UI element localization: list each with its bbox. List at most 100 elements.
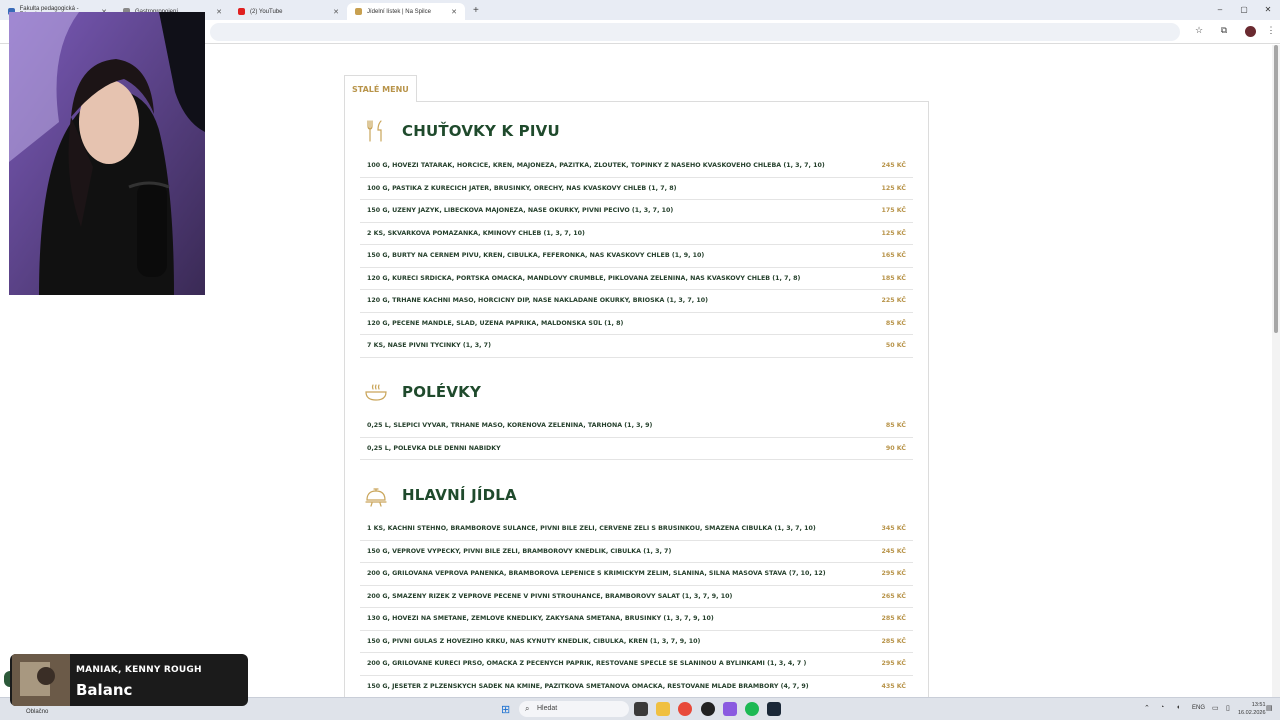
item-description: 150 G, VEPŘOVÉ VÝPEČKY, PIVNÍ BÍLÉ ZELÍ,… — [367, 547, 672, 555]
item-price: 285 KČ — [881, 637, 906, 645]
item-description: 150 G, BUŘTY NA ČERNÉM PIVU, KŘEN, CIBUL… — [367, 252, 705, 260]
tab-stale-menu[interactable]: STALÉ MENU — [344, 75, 417, 102]
tab-label: Jídelní lístek | Na Spilce — [367, 8, 431, 15]
spotify-icon[interactable] — [745, 702, 759, 716]
close-window-icon[interactable]: ✕ — [1256, 0, 1280, 20]
clock-date: 16.02.2026 — [1238, 710, 1266, 716]
item-description: 2 KS, ŠKVARKOVÁ POMAZÁNKA, KMÍNOVÝ CHLÉB… — [367, 229, 585, 237]
menu-item: 150 G, VEPŘOVÉ VÝPEČKY, PIVNÍ BÍLÉ ZELÍ,… — [360, 541, 913, 563]
taskbar-clock[interactable]: 13:51 16.02.2026 — [1238, 701, 1266, 717]
discord-icon[interactable] — [723, 702, 737, 716]
item-list-chutovky: 100 G, HOVĚZÍ TATARÁK, HOŘČICE, KŘEN, MA… — [360, 155, 913, 358]
item-description: 120 G, KUŘECÍ SRDÍČKA, PORTSKÁ OMÁČKA, M… — [367, 274, 801, 282]
item-description: 1 KS, KACHNÍ STEHNO, BRAMBOROVÉ ŠULANCE,… — [367, 525, 816, 533]
item-description: 130 G, HOVĚZÍ NA SMETANĚ, ŽEMLOVÉ KNEDLÍ… — [367, 615, 714, 623]
item-price: 185 KČ — [881, 274, 906, 282]
menu-item: 150 G, JESETER Z PLZEŇSKÝCH SÁDEK NA KMÍ… — [360, 676, 913, 698]
menu-item: 100 G, HOVĚZÍ TATARÁK, HOŘČICE, KŘEN, MA… — [360, 155, 913, 178]
menu-item: 200 G, GRILOVANÉ KUŘECÍ PRSO, OMÁČKA Z P… — [360, 653, 913, 676]
site-favicon-icon — [355, 8, 362, 15]
item-description: 120 G, PEČENÉ MANDLE, SLAD, UZENÁ PAPRIK… — [367, 319, 624, 327]
tab-na-spilce[interactable]: Jídelní lístek | Na Spilce ✕ — [347, 3, 465, 20]
webcam-overlay — [9, 12, 205, 295]
chrome-icon[interactable] — [678, 702, 692, 716]
menu-item: 200 G, GRILOVANÁ VEPŘOVÁ PANENKA, BRAMBO… — [360, 563, 913, 586]
menu-item: 7 KS, NAŠE PIVNÍ TYČINKY (1, 3, 7) 50 KČ — [360, 335, 913, 358]
window-controls: – ▢ ✕ — [1208, 0, 1280, 20]
steam-icon[interactable] — [767, 702, 781, 716]
notifications-icon[interactable]: ▤ — [1266, 704, 1273, 712]
tab-label: (2) YouTube — [250, 8, 283, 15]
menu-item: 120 G, TRHANÉ KACHNÍ MASO, HOŘČIČNÝ DIP,… — [360, 290, 913, 313]
close-icon[interactable]: ✕ — [333, 8, 339, 16]
menu-item: 2 KS, ŠKVARKOVÁ POMAZÁNKA, KMÍNOVÝ CHLÉB… — [360, 223, 913, 245]
item-price: 90 KČ — [885, 444, 906, 452]
weather-label[interactable]: Oblačno — [26, 709, 48, 715]
file-explorer-icon[interactable] — [656, 702, 670, 716]
wifi-icon[interactable]: ◔ — [1160, 704, 1164, 711]
item-price: 165 KČ — [881, 252, 906, 260]
section-title: HLAVNÍ JÍDLA — [402, 486, 517, 504]
obs-icon[interactable] — [701, 702, 715, 716]
cutlery-icon — [367, 120, 382, 142]
menu-kebab-icon[interactable]: ⋮ — [1264, 25, 1278, 36]
now-playing-song: Balanc — [76, 681, 133, 699]
item-price: 265 KČ — [881, 592, 906, 600]
item-price: 125 KČ — [881, 184, 906, 192]
taskbar-search-box[interactable]: ⌕ Hledat — [519, 701, 629, 717]
item-description: 0,25 L, POLÉVKA DLE DENNÍ NABÍDKY — [367, 444, 501, 452]
section-header-chutovky: CHUŤOVKY K PIVU — [364, 119, 560, 143]
item-description: 200 G, GRILOVANÁ VEPŘOVÁ PANENKA, BRAMBO… — [367, 570, 826, 578]
item-price: 295 KČ — [881, 570, 906, 578]
language-indicator[interactable]: ENG — [1192, 705, 1205, 711]
menu-item: 100 G, PAŠTIKA Z KUŘECÍCH JATER, BRUSINK… — [360, 178, 913, 200]
item-description: 100 G, HOVĚZÍ TATARÁK, HOŘČICE, KŘEN, MA… — [367, 162, 825, 170]
new-tab-button[interactable]: + — [465, 3, 487, 20]
clock-time: 13:51 — [1251, 702, 1266, 708]
network-icon[interactable]: ▭ — [1212, 704, 1219, 712]
item-price: 225 KČ — [881, 297, 906, 305]
menu-item: 130 G, HOVĚZÍ NA SMETANĚ, ŽEMLOVÉ KNEDLÍ… — [360, 608, 913, 631]
menu-item: 0,25 L, SLEPIČÍ VÝVAR, TRHANÉ MASO, KOŘE… — [360, 415, 913, 438]
bookmark-star-icon[interactable]: ☆ — [1192, 25, 1206, 36]
youtube-icon — [238, 8, 245, 15]
item-price: 175 KČ — [881, 207, 906, 215]
close-icon[interactable]: ✕ — [216, 8, 222, 16]
now-playing-widget: MANIAK, KENNY ROUGH Balanc — [10, 654, 248, 706]
menu-item: 200 G, SMAŽENÝ ŘÍZEK Z VEPŘOVÉ PEČENĚ V … — [360, 586, 913, 608]
menu-item: 120 G, PEČENÉ MANDLE, SLAD, UZENÁ PAPRIK… — [360, 313, 913, 335]
task-view-icon[interactable] — [634, 702, 648, 716]
menu-item: 1 KS, KACHNÍ STEHNO, BRAMBOROVÉ ŠULANCE,… — [360, 518, 913, 541]
item-price: 85 KČ — [885, 319, 906, 327]
page-scrollbar[interactable] — [1272, 45, 1280, 697]
item-price: 345 KČ — [881, 525, 906, 533]
tray-chevron-icon[interactable]: ⌃ — [1144, 704, 1150, 712]
item-price: 245 KČ — [881, 547, 906, 555]
extensions-icon[interactable]: ⧉ — [1217, 25, 1231, 36]
soup-bowl-icon — [365, 384, 387, 401]
menu-item: 150 G, BUŘTY NA ČERNÉM PIVU, KŘEN, CIBUL… — [360, 245, 913, 268]
menu-item: 120 G, KUŘECÍ SRDÍČKA, PORTSKÁ OMÁČKA, M… — [360, 268, 913, 290]
minimize-icon[interactable]: – — [1208, 0, 1232, 20]
battery-icon[interactable]: ▯ — [1226, 704, 1230, 712]
maximize-icon[interactable]: ▢ — [1232, 0, 1256, 20]
windows-start-icon[interactable]: ⊞ — [501, 703, 510, 716]
item-price: 285 KČ — [881, 615, 906, 623]
volume-icon[interactable]: ◖ — [1176, 704, 1180, 711]
close-icon[interactable]: ✕ — [451, 8, 457, 16]
address-bar[interactable] — [210, 23, 1180, 41]
menu-item: 0,25 L, POLÉVKA DLE DENNÍ NABÍDKY 90 KČ — [360, 438, 913, 460]
search-icon: ⌕ — [525, 704, 530, 713]
search-placeholder: Hledat — [537, 705, 558, 712]
scrollbar-thumb[interactable] — [1274, 45, 1278, 333]
album-art-image — [12, 654, 70, 706]
item-price: 50 KČ — [885, 342, 906, 350]
item-description: 7 KS, NAŠE PIVNÍ TYČINKY (1, 3, 7) — [367, 342, 491, 350]
item-list-hlavni-jidla: 1 KS, KACHNÍ STEHNO, BRAMBOROVÉ ŠULANCE,… — [360, 518, 913, 697]
now-playing-artist: MANIAK, KENNY ROUGH — [76, 665, 202, 675]
profile-avatar[interactable] — [1245, 26, 1256, 37]
section-header-polevky: POLÉVKY — [364, 380, 481, 404]
item-description: 100 G, PAŠTIKA Z KUŘECÍCH JATER, BRUSINK… — [367, 184, 677, 192]
item-description: 120 G, TRHANÉ KACHNÍ MASO, HOŘČIČNÝ DIP,… — [367, 297, 709, 305]
tab-youtube[interactable]: (2) YouTube ✕ — [230, 3, 347, 20]
